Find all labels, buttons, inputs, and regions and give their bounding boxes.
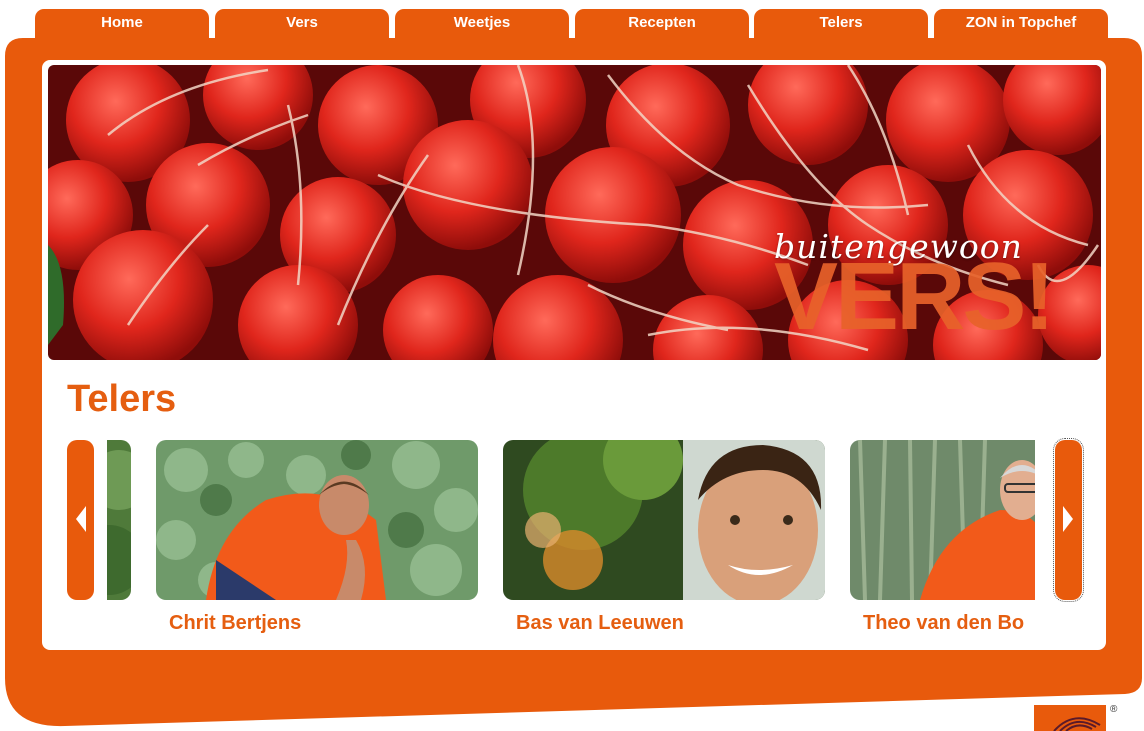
grower-carousel: Chrit Bertjens Bas van Leeuwen Theo van … [107, 440, 1035, 640]
grower-name[interactable]: Bas van Leeuwen [516, 612, 684, 635]
registered-mark: ® [1110, 704, 1118, 715]
chevron-left-icon [76, 506, 86, 532]
grower-photo [503, 440, 825, 600]
grower-card[interactable]: Bas van Leeuwen [503, 440, 825, 640]
page-title: Telers [67, 378, 177, 420]
grower-name[interactable]: Theo van den Bo [863, 612, 1024, 635]
banner-title: VERS! [774, 243, 1055, 350]
grower-card[interactable]: Chrit Bertjens [156, 440, 478, 640]
hero-banner: buitengewoon VERS! [48, 65, 1101, 360]
grower-card[interactable]: Theo van den Bo [850, 440, 1035, 640]
carousel-prev-button[interactable] [67, 440, 94, 600]
grower-photo [107, 440, 131, 600]
grower-photo [850, 440, 1035, 600]
grower-card-prev[interactable] [107, 440, 131, 640]
brand-logo[interactable] [1034, 705, 1106, 731]
chevron-right-icon [1063, 506, 1073, 532]
carousel-next-button[interactable] [1053, 438, 1084, 602]
grower-name[interactable]: Chrit Bertjens [169, 612, 301, 635]
main-navigation: Home Vers Weetjes Recepten Telers ZON in… [0, 0, 1144, 42]
grower-photo [156, 440, 478, 600]
zon-logo-icon [1053, 717, 1101, 731]
